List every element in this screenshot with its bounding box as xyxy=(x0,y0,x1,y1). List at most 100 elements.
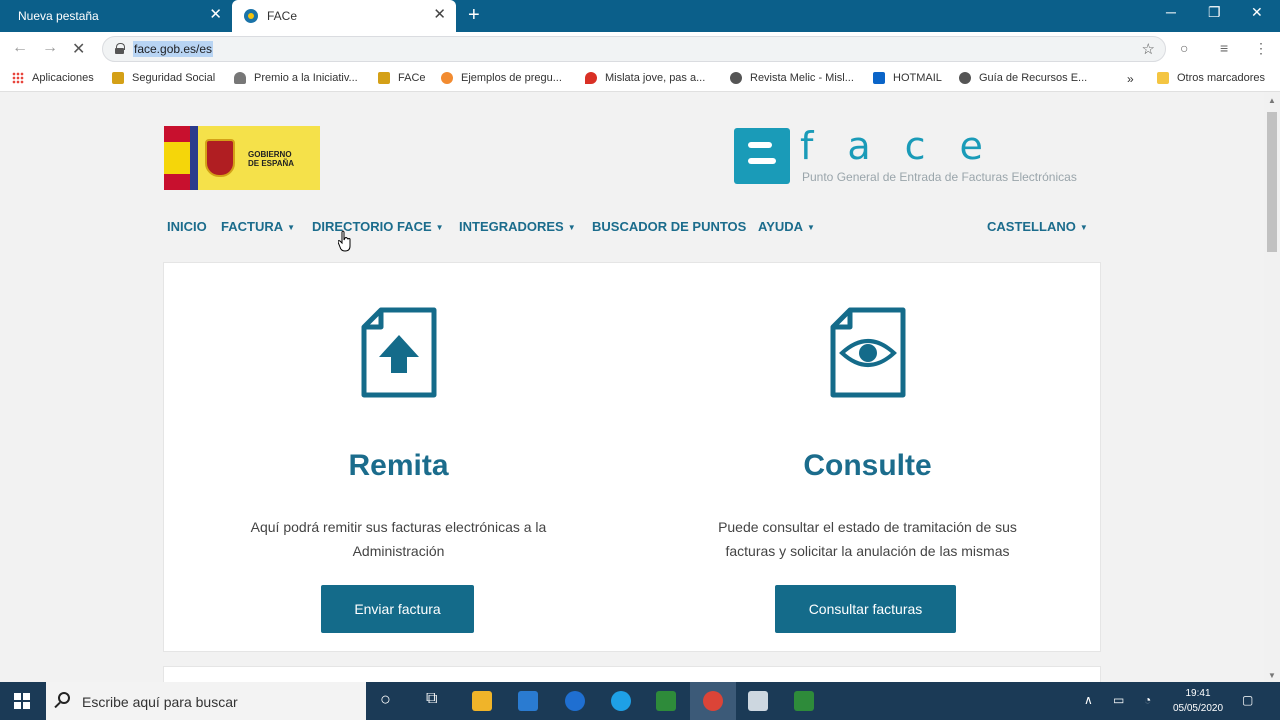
remita-title: Remita xyxy=(348,449,449,482)
enviar-factura-button[interactable]: Enviar factura xyxy=(321,585,474,633)
nav-factura[interactable]: FACTURA ▼ xyxy=(221,219,295,234)
bookmark-ejemplos[interactable]: Ejemplos de pregu... xyxy=(441,72,562,84)
caret-down-icon: ▼ xyxy=(1079,223,1088,233)
taskbar-search-placeholder: Escribe aquí para buscar xyxy=(82,694,238,710)
hand-cursor-icon xyxy=(338,230,351,252)
tab-strip: Nueva pestaña ✕ FACe ✕ + ─ ❐ ✕ xyxy=(0,0,1280,32)
stop-loading-icon[interactable]: ✕ xyxy=(72,39,85,59)
show-hidden-icons-icon[interactable]: ∧ xyxy=(1084,693,1093,707)
consulte-section: Consulte Puede consultar el estado de tr… xyxy=(633,263,1102,653)
nav-directorio-face[interactable]: DIRECTORIO FACE ▼ xyxy=(312,219,444,234)
bookmark-aplicaciones[interactable]: Aplicaciones xyxy=(12,72,94,84)
close-tab-icon[interactable]: ✕ xyxy=(209,7,222,23)
taskbar-clock[interactable]: 19:41 05/05/2020 xyxy=(1166,686,1230,716)
camtasia-recorder-icon[interactable] xyxy=(794,691,814,711)
face-favicon-icon xyxy=(378,72,390,84)
seguridad-social-icon xyxy=(112,72,124,84)
orange-circle-icon xyxy=(441,72,453,84)
gobierno-espana-logo[interactable]: GOBIERNO DE ESPAÑA xyxy=(164,126,320,190)
bookmark-mislata[interactable]: Mislata jove, pas a... xyxy=(585,72,705,84)
map-pin-icon xyxy=(585,72,597,84)
edge-icon[interactable] xyxy=(565,691,585,711)
spain-flag-icon xyxy=(164,126,190,190)
remita-description: Aquí podrá remitir sus facturas electrón… xyxy=(250,519,547,559)
view-document-icon xyxy=(830,307,906,398)
snipping-tool-icon[interactable] xyxy=(748,691,768,711)
tab-label: FACe xyxy=(267,9,298,23)
close-tab-icon[interactable]: ✕ xyxy=(433,7,446,23)
task-view-icon[interactable]: ⧉ xyxy=(426,690,437,708)
nav-integradores[interactable]: INTEGRADORES ▼ xyxy=(459,219,576,234)
address-bar[interactable]: face.gob.es/es ☆ xyxy=(102,36,1166,62)
nav-buscador-puntos[interactable]: BUSCADOR DE PUNTOS xyxy=(592,219,746,234)
globe-icon xyxy=(959,72,971,84)
actions-card: Remita Aquí podrá remitir sus facturas e… xyxy=(163,262,1101,652)
tab-label: Nueva pestaña xyxy=(18,9,99,23)
web-page: GOBIERNO DE ESPAÑA face Punto General de… xyxy=(0,92,1264,682)
apps-grid-icon xyxy=(12,72,24,84)
face-subtitle: Punto General de Entrada de Facturas Ele… xyxy=(802,170,1077,184)
chrome-icon[interactable] xyxy=(703,691,723,711)
consultar-facturas-button[interactable]: Consultar facturas xyxy=(775,585,956,633)
more-bookmarks-icon[interactable]: » xyxy=(1127,72,1134,86)
clock-time: 19:41 xyxy=(1185,688,1211,699)
file-explorer-icon[interactable] xyxy=(472,691,492,711)
caret-down-icon: ▼ xyxy=(287,223,296,233)
battery-icon[interactable]: ▭ xyxy=(1113,693,1124,707)
folder-icon xyxy=(1157,72,1169,84)
taskbar-search-box[interactable]: Escribe aquí para buscar xyxy=(46,682,366,720)
extension-icon[interactable]: ≡ xyxy=(1220,40,1228,56)
search-icon xyxy=(58,692,70,704)
tab-face[interactable]: FACe ✕ xyxy=(232,0,456,32)
face-logo[interactable]: face Punto General de Entrada de Factura… xyxy=(734,124,1114,188)
vertical-scrollbar[interactable]: ▲ ▼ xyxy=(1264,92,1280,682)
extension-circle-icon[interactable]: ○ xyxy=(1180,40,1188,56)
forward-icon[interactable]: → xyxy=(42,39,58,57)
scroll-up-icon[interactable]: ▲ xyxy=(1268,96,1276,105)
nav-ayuda[interactable]: AYUDA ▼ xyxy=(758,219,815,234)
face-logo-letters: face xyxy=(800,124,1017,168)
tab-nueva-pestana[interactable]: Nueva pestaña ✕ xyxy=(0,0,232,32)
bookmark-premio[interactable]: Premio a la Iniciativ... xyxy=(234,72,358,84)
url-text[interactable]: face.gob.es/es xyxy=(133,41,214,57)
back-icon[interactable]: ← xyxy=(12,39,28,57)
microsoft-store-icon[interactable] xyxy=(518,691,538,711)
coat-of-arms-icon xyxy=(198,126,242,190)
bookmark-star-icon[interactable]: ☆ xyxy=(1142,40,1155,58)
bookmark-otros-marcadores[interactable]: Otros marcadores xyxy=(1157,72,1265,84)
windows-start-icon[interactable] xyxy=(14,693,30,709)
trophy-icon xyxy=(234,72,246,84)
windows-taskbar: Escribe aquí para buscar ○ ⧉ ∧ ▭ ◔ 19:41… xyxy=(0,682,1280,720)
nav-idioma[interactable]: CASTELLANO ▼ xyxy=(987,219,1088,234)
camtasia-icon[interactable] xyxy=(656,691,676,711)
internet-explorer-icon[interactable] xyxy=(611,691,631,711)
nav-inicio[interactable]: INICIO xyxy=(167,219,207,234)
lock-icon xyxy=(115,43,125,54)
scroll-thumb[interactable] xyxy=(1267,112,1277,252)
clock-date: 05/05/2020 xyxy=(1172,703,1224,714)
bookmark-guia-recursos[interactable]: Guía de Recursos E... xyxy=(959,72,1087,84)
notifications-icon[interactable]: ▢ xyxy=(1242,693,1253,707)
bookmark-revista-melic[interactable]: Revista Melic - Misl... xyxy=(730,72,854,84)
bookmark-seguridad-social[interactable]: Seguridad Social xyxy=(112,72,215,84)
bookmark-hotmail[interactable]: HOTMAIL xyxy=(873,72,942,84)
menu-kebab-icon[interactable]: ⋮ xyxy=(1254,40,1268,57)
main-nav: INICIO FACTURA ▼ DIRECTORIO FACE ▼ INTEGRA… xyxy=(0,219,1264,239)
bookmark-face[interactable]: FACe xyxy=(378,72,426,84)
caret-down-icon: ▼ xyxy=(567,223,576,233)
scroll-down-icon[interactable]: ▼ xyxy=(1268,671,1276,680)
gov-logo-text: GOBIERNO DE ESPAÑA xyxy=(248,150,295,168)
browser-toolbar: ← → ✕ face.gob.es/es ☆ ○ ≡ ⋮ xyxy=(0,32,1280,66)
caret-down-icon: ▼ xyxy=(807,223,815,233)
face-favicon-icon xyxy=(244,9,258,23)
consulte-description: Puede consultar el estado de tramitación… xyxy=(718,519,1017,559)
caret-down-icon: ▼ xyxy=(435,223,444,233)
minimize-icon[interactable]: ─ xyxy=(1166,4,1176,20)
cortana-icon[interactable]: ○ xyxy=(380,689,391,710)
new-tab-button[interactable]: + xyxy=(468,5,480,25)
globe-icon xyxy=(730,72,742,84)
wifi-icon[interactable]: ◔ xyxy=(1144,693,1151,707)
window-close-icon[interactable]: ✕ xyxy=(1251,4,1263,21)
bookmarks-bar: Aplicaciones Seguridad Social Premio a l… xyxy=(0,66,1280,92)
restore-icon[interactable]: ❐ xyxy=(1208,4,1221,21)
